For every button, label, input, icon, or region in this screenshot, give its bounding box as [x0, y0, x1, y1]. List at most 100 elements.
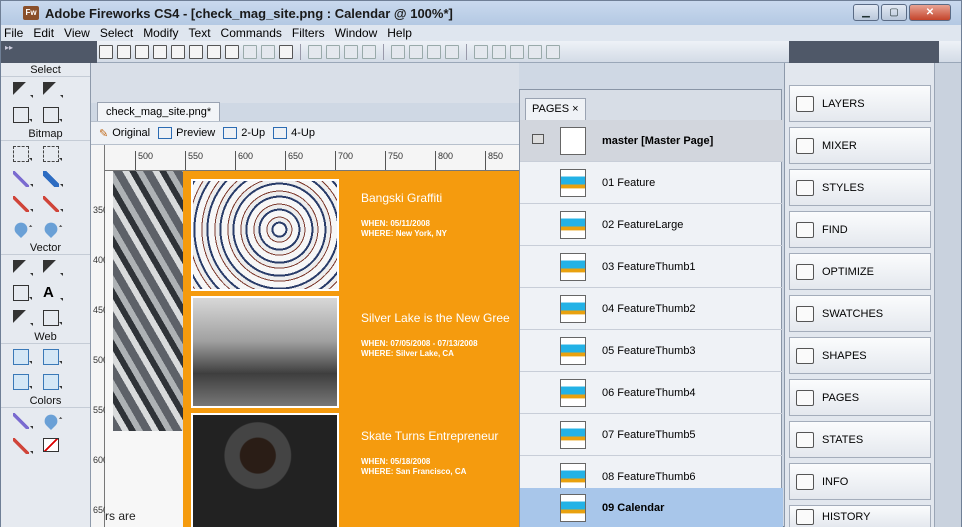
magic-wand-tool-icon[interactable]: [13, 171, 33, 187]
menu-select[interactable]: Select: [100, 25, 133, 41]
eraser-tool-icon[interactable]: [43, 196, 63, 212]
group-icon[interactable]: [308, 44, 322, 59]
event-photo-graffiti[interactable]: [191, 179, 339, 291]
dock-grip-handle[interactable]: [789, 41, 939, 63]
page-row[interactable]: 02 FeatureLarge: [520, 204, 783, 246]
page-row[interactable]: 06 FeatureThumb4: [520, 372, 783, 414]
dock-mixer-button[interactable]: MIXER: [789, 127, 931, 164]
maximize-button[interactable]: ▢: [881, 4, 907, 21]
dock-states-button[interactable]: STATES: [789, 421, 931, 458]
send-backward-icon[interactable]: [427, 44, 441, 59]
new-file-icon[interactable]: [99, 44, 113, 59]
event-photo-skater[interactable]: [191, 413, 339, 527]
show-slices-icon[interactable]: [43, 374, 62, 390]
slice-tool-icon[interactable]: [43, 349, 62, 365]
pen-tool-icon[interactable]: [43, 260, 63, 276]
close-button[interactable]: ✕: [909, 4, 951, 21]
minimize-button[interactable]: ▁: [853, 4, 879, 21]
page-row-master[interactable]: master [Master Page]: [520, 120, 783, 162]
paint-bucket-tool-icon[interactable]: [41, 411, 61, 431]
align-icon[interactable]: [474, 44, 488, 59]
rubber-stamp-tool-icon[interactable]: [41, 219, 61, 239]
paste-icon[interactable]: [279, 44, 293, 59]
menu-commands[interactable]: Commands: [221, 25, 282, 41]
import-icon[interactable]: [153, 44, 167, 59]
menu-edit[interactable]: Edit: [33, 25, 54, 41]
menu-window[interactable]: Window: [335, 25, 378, 41]
split-icon[interactable]: [362, 44, 376, 59]
pointer-tool-icon[interactable]: [13, 82, 33, 98]
menu-bar: File Edit View Select Modify Text Comman…: [1, 25, 961, 41]
hotspot-tool-icon[interactable]: [13, 349, 32, 365]
text-tool-icon[interactable]: A: [43, 285, 63, 301]
scale-tool-icon[interactable]: [13, 107, 32, 123]
flip-horizontal-icon[interactable]: [528, 44, 542, 59]
export-icon[interactable]: [171, 44, 185, 59]
pages-panel-tab[interactable]: PAGES ×: [525, 98, 586, 120]
eyedropper-tool-icon[interactable]: [13, 413, 33, 429]
page-row[interactable]: 04 FeatureThumb2: [520, 288, 783, 330]
document-tab[interactable]: check_mag_site.png*: [97, 102, 221, 121]
page-row[interactable]: 07 FeatureThumb5: [520, 414, 783, 456]
view-2up-button[interactable]: 2-Up: [223, 127, 265, 139]
join-icon[interactable]: [344, 44, 358, 59]
dock-optimize-button[interactable]: OPTIMIZE: [789, 253, 931, 290]
menu-help[interactable]: Help: [387, 25, 412, 41]
close-icon[interactable]: ×: [572, 103, 578, 115]
rotate-left-icon[interactable]: [492, 44, 506, 59]
toolbar-grip-handle[interactable]: ▸▸: [1, 40, 97, 63]
flip-vertical-icon[interactable]: [546, 44, 560, 59]
page-row[interactable]: 05 FeatureThumb3: [520, 330, 783, 372]
menu-view[interactable]: View: [64, 25, 90, 41]
event-photo-silver-lake[interactable]: [191, 296, 339, 408]
dock-info-button[interactable]: INFO: [789, 463, 931, 500]
save-icon[interactable]: [135, 44, 149, 59]
copy-icon[interactable]: [261, 44, 275, 59]
bring-forward-icon[interactable]: [409, 44, 423, 59]
view-original-button[interactable]: ✎ Original: [99, 127, 150, 140]
dock-styles-button[interactable]: STYLES: [789, 169, 931, 206]
print-icon[interactable]: [189, 44, 203, 59]
rotate-right-icon[interactable]: [510, 44, 524, 59]
title-bar[interactable]: Fw Adobe Fireworks CS4 - [check_mag_site…: [1, 1, 961, 25]
cut-icon[interactable]: [243, 44, 257, 59]
subselection-tool-icon[interactable]: [43, 82, 63, 98]
view-preview-button[interactable]: Preview: [158, 127, 215, 139]
right-scrollbar[interactable]: [934, 63, 961, 527]
lasso-tool-icon[interactable]: [43, 146, 62, 162]
line-tool-icon[interactable]: [13, 260, 33, 276]
menu-text[interactable]: Text: [189, 25, 211, 41]
crop-tool-icon[interactable]: [43, 107, 62, 123]
blur-tool-icon[interactable]: [11, 219, 31, 239]
document-canvas[interactable]: rs are Bangski Graffiti WHEN: 05/11/2008…: [105, 171, 519, 527]
hide-slices-icon[interactable]: [13, 374, 32, 390]
menu-file[interactable]: File: [4, 25, 23, 41]
page-row[interactable]: 01 Feature: [520, 162, 783, 204]
view-4up-button[interactable]: 4-Up: [273, 127, 315, 139]
freeform-tool-icon[interactable]: [13, 310, 33, 326]
undo-icon[interactable]: [207, 44, 221, 59]
fill-color-swatch[interactable]: [43, 438, 59, 452]
dock-layers-button[interactable]: LAYERS: [789, 85, 931, 122]
pencil-tool-icon[interactable]: [13, 196, 33, 212]
marquee-tool-icon[interactable]: [13, 146, 32, 162]
stroke-color-icon[interactable]: [13, 438, 33, 454]
dock-shapes-button[interactable]: SHAPES: [789, 337, 931, 374]
menu-filters[interactable]: Filters: [292, 25, 325, 41]
dock-swatches-button[interactable]: SWATCHES: [789, 295, 931, 332]
page-row[interactable]: 03 FeatureThumb1: [520, 246, 783, 288]
knife-tool-icon[interactable]: [43, 310, 62, 326]
page-row-selected[interactable]: 09 Calendar: [520, 488, 783, 527]
ungroup-icon[interactable]: [326, 44, 340, 59]
ruler-label: 850: [485, 151, 503, 170]
redo-icon[interactable]: [225, 44, 239, 59]
send-to-back-icon[interactable]: [445, 44, 459, 59]
open-file-icon[interactable]: [117, 44, 131, 59]
dock-pages-button[interactable]: PAGES: [789, 379, 931, 416]
brush-tool-icon[interactable]: [43, 171, 63, 187]
dock-history-button[interactable]: HISTORY: [789, 505, 931, 527]
dock-find-button[interactable]: FIND: [789, 211, 931, 248]
rectangle-tool-icon[interactable]: [13, 285, 32, 301]
bring-to-front-icon[interactable]: [391, 44, 405, 59]
menu-modify[interactable]: Modify: [143, 25, 178, 41]
